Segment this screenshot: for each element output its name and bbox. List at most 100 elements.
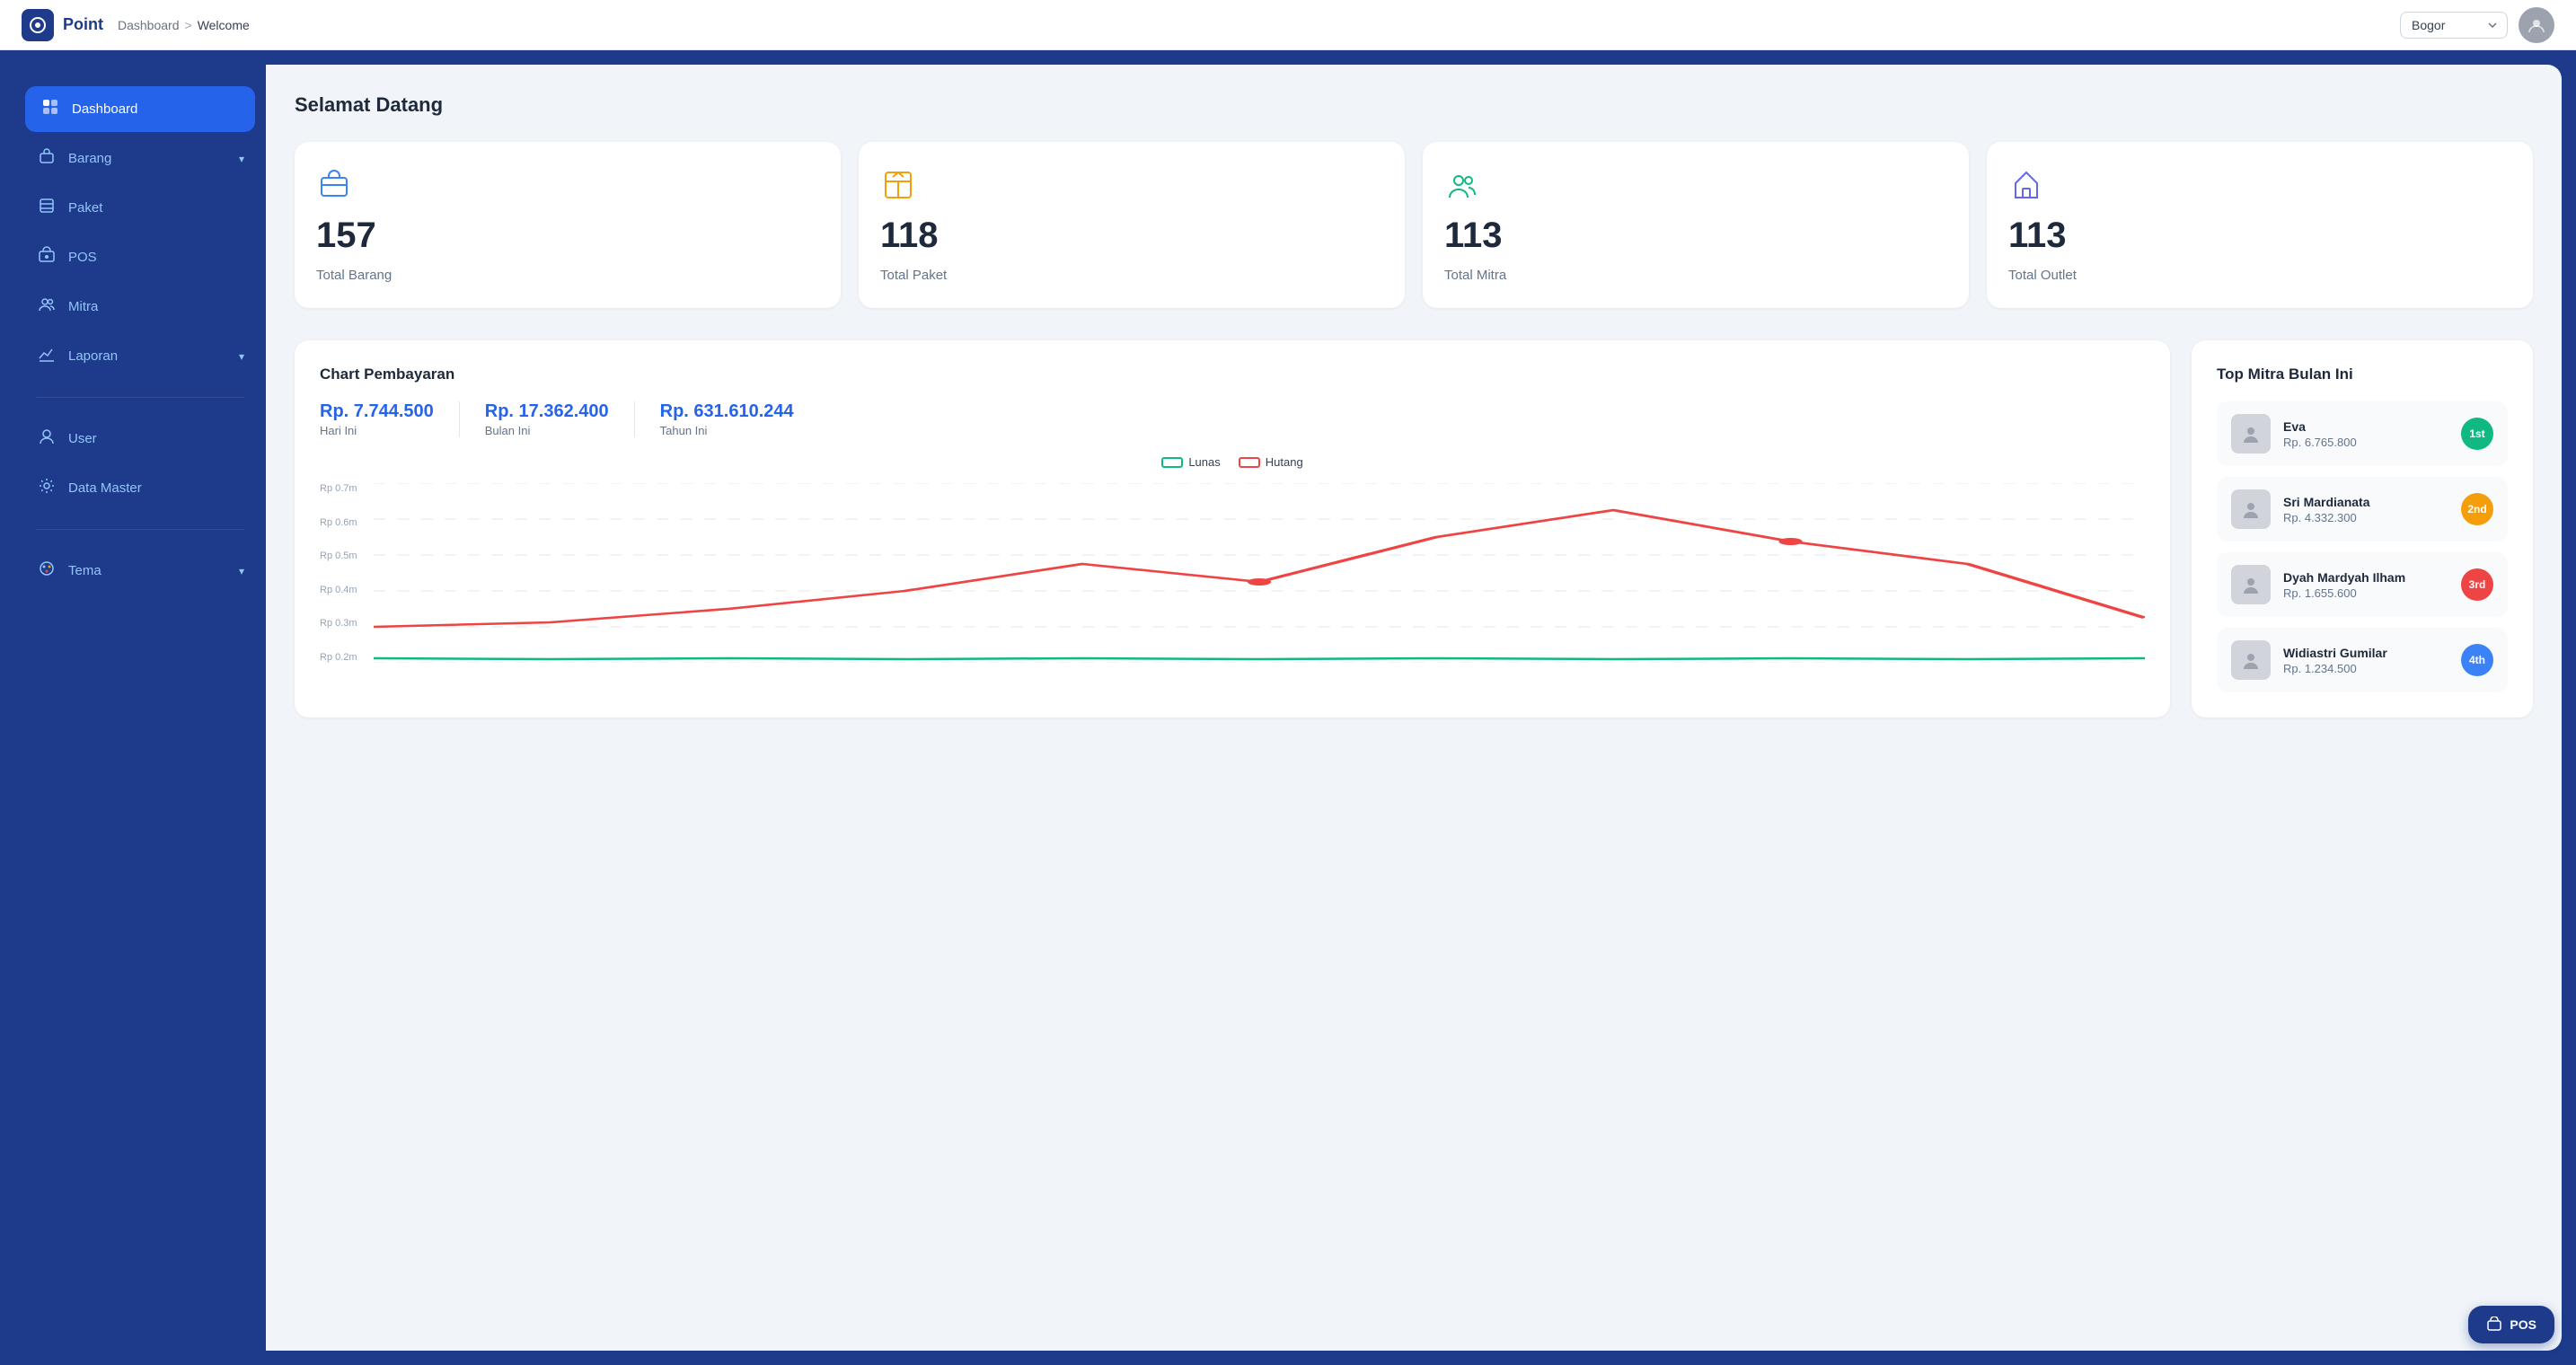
hutang-swatch — [1239, 457, 1260, 468]
mitra-item-3: Dyah Mardyah Ilham Rp. 1.655.600 3rd — [2217, 552, 2508, 617]
mitra-item-4: Widiastri Gumilar Rp. 1.234.500 4th — [2217, 628, 2508, 692]
sidebar-item-laporan[interactable]: Laporan ▾ — [14, 333, 266, 379]
sidebar-item-paket[interactable]: Paket — [14, 185, 266, 231]
sidebar-label-pos: POS — [68, 250, 244, 265]
page-title: Selamat Datang — [295, 93, 2533, 117]
sidebar-item-data-master[interactable]: Data Master — [14, 465, 266, 511]
mitra-avatar-4 — [2231, 640, 2271, 680]
chart-stat-hari-ini: Rp. 7.744.500 Hari Ini — [320, 401, 460, 437]
mitra-item-1: Eva Rp. 6.765.800 1st — [2217, 401, 2508, 466]
tahun-ini-value: Rp. 631.610.244 — [660, 401, 794, 422]
hari-ini-label: Hari Ini — [320, 424, 434, 437]
mitra-amount-4: Rp. 1.234.500 — [2283, 662, 2448, 675]
barang-label: Total Barang — [316, 268, 819, 283]
legend-hutang: Hutang — [1239, 455, 1303, 469]
mitra-name-3: Dyah Mardyah Ilham — [2283, 570, 2448, 585]
sidebar-item-dashboard[interactable]: Dashboard — [25, 86, 255, 132]
stat-card-barang: 157 Total Barang — [295, 142, 841, 308]
stat-card-outlet: 113 Total Outlet — [1987, 142, 2533, 308]
mitra-card: Top Mitra Bulan Ini Eva Rp. 6.765.800 — [2192, 340, 2533, 718]
stat-cards: 157 Total Barang 118 Total Paket — [295, 142, 2533, 308]
mitra-icon — [36, 295, 57, 318]
sidebar-divider-2 — [36, 529, 244, 530]
paket-number: 118 — [880, 217, 1383, 253]
paket-stat-icon — [880, 167, 916, 203]
mitra-title: Top Mitra Bulan Ini — [2217, 365, 2508, 383]
chart-title: Chart Pembayaran — [320, 365, 2145, 383]
barang-number: 157 — [316, 217, 819, 253]
lunas-swatch — [1161, 457, 1183, 468]
location-select[interactable]: Bogor Jakarta Bandung — [2400, 12, 2508, 39]
pos-fab[interactable]: POS — [2468, 1306, 2554, 1343]
sidebar-label-user: User — [68, 431, 244, 446]
y-label-2: Rp 0.6m — [320, 517, 366, 528]
sidebar-item-user[interactable]: User — [14, 416, 266, 462]
chart-stat-tahun-ini: Rp. 631.610.244 Tahun Ini — [660, 401, 819, 437]
logo-area: Point — [22, 9, 103, 41]
stat-card-paket: 118 Total Paket — [859, 142, 1405, 308]
sidebar-item-barang[interactable]: Barang ▾ — [14, 136, 266, 181]
mitra-amount-3: Rp. 1.655.600 — [2283, 586, 2448, 600]
chart-svg — [374, 483, 2145, 663]
bulan-ini-label: Bulan Ini — [485, 424, 609, 437]
chart-area — [374, 483, 2145, 663]
chart-stat-bulan-ini: Rp. 17.362.400 Bulan Ini — [485, 401, 635, 437]
bulan-ini-value: Rp. 17.362.400 — [485, 401, 609, 422]
logo-icon — [22, 9, 54, 41]
sidebar-item-pos[interactable]: POS — [14, 234, 266, 280]
top-nav-right: Bogor Jakarta Bandung — [2400, 7, 2554, 43]
breadcrumb-separator: > — [185, 18, 192, 32]
barang-stat-icon — [316, 167, 352, 203]
barang-icon — [36, 147, 57, 170]
app-name: Point — [63, 15, 103, 34]
chevron-down-icon-laporan: ▾ — [239, 350, 244, 363]
rank-badge-1: 1st — [2461, 418, 2493, 450]
legend-lunas: Lunas — [1161, 455, 1220, 469]
outlet-stat-icon — [2008, 167, 2044, 203]
sidebar-label-barang: Barang — [68, 151, 228, 166]
rank-badge-3: 3rd — [2461, 568, 2493, 601]
sidebar-item-mitra[interactable]: Mitra — [14, 284, 266, 330]
y-label-5: Rp 0.3m — [320, 618, 366, 629]
stat-card-mitra: 113 Total Mitra — [1423, 142, 1969, 308]
top-nav: Point Dashboard > Welcome Bogor Jakarta … — [0, 0, 2576, 50]
rank-badge-4: 4th — [2461, 644, 2493, 676]
mitra-list: Eva Rp. 6.765.800 1st — [2217, 401, 2508, 692]
avatar[interactable] — [2519, 7, 2554, 43]
chevron-down-icon: ▾ — [239, 153, 244, 165]
mitra-name-4: Widiastri Gumilar — [2283, 646, 2448, 660]
content-area: Selamat Datang 157 Total Barang — [266, 65, 2562, 1351]
y-label-3: Rp 0.5m — [320, 550, 366, 561]
lunas-label: Lunas — [1188, 455, 1220, 469]
chevron-down-icon-tema: ▾ — [239, 565, 244, 577]
mitra-amount-1: Rp. 6.765.800 — [2283, 436, 2448, 449]
chart-legend: Lunas Hutang — [320, 455, 2145, 469]
mitra-info-3: Dyah Mardyah Ilham Rp. 1.655.600 — [2283, 570, 2448, 600]
sidebar-label-mitra: Mitra — [68, 299, 244, 314]
mitra-name-1: Eva — [2283, 419, 2448, 434]
chart-card: Chart Pembayaran Rp. 7.744.500 Hari Ini … — [295, 340, 2170, 718]
y-label-1: Rp 0.7m — [320, 483, 366, 494]
mitra-item-2: Sri Mardianata Rp. 4.332.300 2nd — [2217, 477, 2508, 542]
sidebar-item-tema[interactable]: Tema ▾ — [14, 548, 266, 594]
pos-fab-label: POS — [2510, 1317, 2536, 1332]
y-label-4: Rp 0.4m — [320, 585, 366, 595]
chart-stats: Rp. 7.744.500 Hari Ini Rp. 17.362.400 Bu… — [320, 401, 2145, 437]
y-axis: Rp 0.7m Rp 0.6m Rp 0.5m Rp 0.4m Rp 0.3m … — [320, 483, 366, 663]
mitra-avatar-3 — [2231, 565, 2271, 604]
paket-label: Total Paket — [880, 268, 1383, 283]
data-master-icon — [36, 477, 57, 499]
outlet-label: Total Outlet — [2008, 268, 2511, 283]
mitra-number: 113 — [1444, 217, 1947, 253]
hari-ini-value: Rp. 7.744.500 — [320, 401, 434, 422]
mitra-avatar-2 — [2231, 489, 2271, 529]
mitra-avatar-1 — [2231, 414, 2271, 454]
user-icon — [36, 427, 57, 450]
paket-icon — [36, 197, 57, 219]
sidebar-label-data-master: Data Master — [68, 480, 244, 496]
tema-icon — [36, 559, 57, 582]
sidebar: Dashboard Barang ▾ Paket — [14, 65, 266, 1351]
sidebar-label-laporan: Laporan — [68, 348, 228, 364]
tahun-ini-label: Tahun Ini — [660, 424, 794, 437]
mitra-stat-icon — [1444, 167, 1480, 203]
